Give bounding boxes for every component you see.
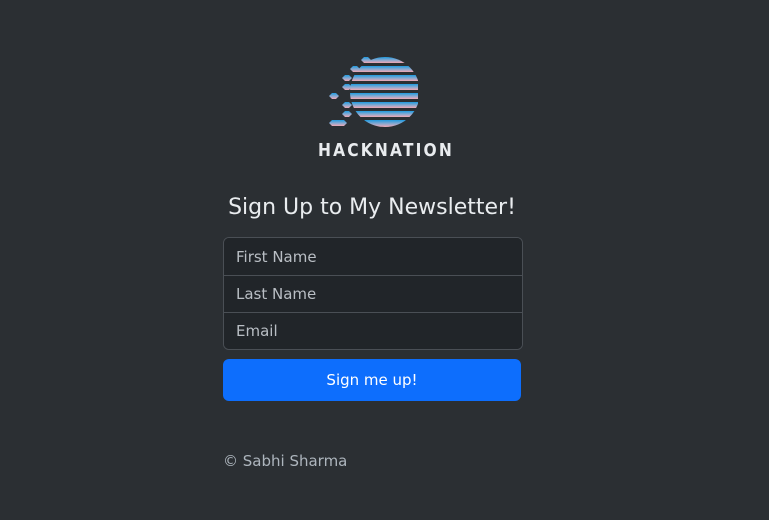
sign-me-up-button[interactable]: Sign me up! — [223, 359, 521, 401]
newsletter-heading: Sign Up to My Newsletter! — [228, 195, 516, 220]
brand-logo: HACKNATION — [309, 56, 454, 161]
signup-page: HACKNATION Sign Up to My Newsletter! Sig… — [0, 0, 769, 520]
email-field[interactable] — [224, 312, 522, 349]
hex-striped-circle-logo-icon — [329, 57, 418, 127]
copyright-footer: © Sabhi Sharma — [223, 452, 348, 470]
signup-fields-group — [223, 237, 523, 350]
first-name-field[interactable] — [224, 238, 522, 275]
brand-wordmark: HACKNATION — [317, 140, 454, 161]
last-name-field[interactable] — [224, 275, 522, 312]
